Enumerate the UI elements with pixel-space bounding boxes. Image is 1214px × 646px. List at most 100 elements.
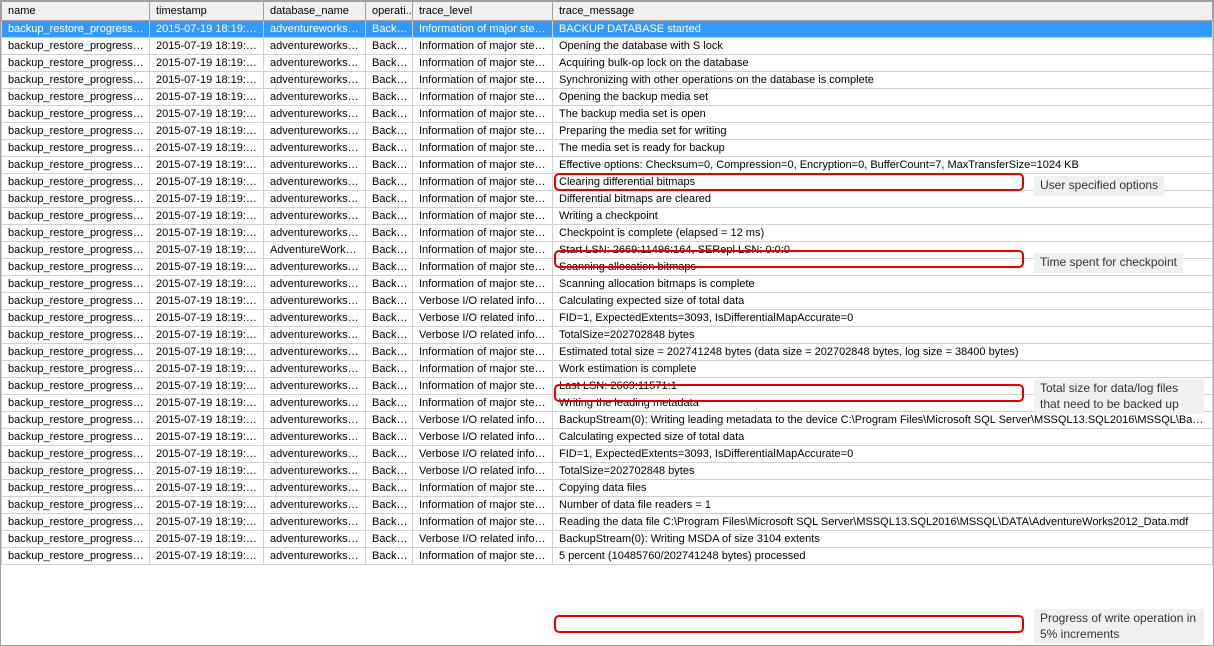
cell-ts[interactable]: 2015-07-19 18:19:56.... [150, 361, 264, 378]
cell-msg[interactable]: 5 percent (10485760/202741248 bytes) pro… [553, 548, 1213, 565]
cell-name[interactable]: backup_restore_progress_trace [2, 463, 150, 480]
cell-level[interactable]: Information of major steps in ... [413, 123, 553, 140]
cell-ts[interactable]: 2015-07-19 18:19:56.... [150, 140, 264, 157]
cell-msg[interactable]: BackupStream(0): Writing MSDA of size 31… [553, 531, 1213, 548]
cell-level[interactable]: Information of major steps in ... [413, 89, 553, 106]
cell-op[interactable]: Backup [366, 106, 413, 123]
cell-level[interactable]: Verbose I/O related informati... [413, 310, 553, 327]
cell-level[interactable]: Information of major steps in ... [413, 378, 553, 395]
cell-name[interactable]: backup_restore_progress_trace [2, 429, 150, 446]
cell-level[interactable]: Information of major steps in ... [413, 174, 553, 191]
cell-op[interactable]: Backup [366, 191, 413, 208]
cell-db[interactable]: adventureworks2012 [264, 72, 366, 89]
cell-name[interactable]: backup_restore_progress_trace [2, 174, 150, 191]
cell-level[interactable]: Information of major steps in ... [413, 276, 553, 293]
cell-name[interactable]: backup_restore_progress_trace [2, 310, 150, 327]
cell-op[interactable]: Backup [366, 72, 413, 89]
cell-level[interactable]: Information of major steps in ... [413, 480, 553, 497]
cell-db[interactable]: adventureworks2012 [264, 327, 366, 344]
table-row[interactable]: backup_restore_progress_trace2015-07-19 … [2, 242, 1213, 259]
cell-op[interactable]: Backup [366, 378, 413, 395]
cell-db[interactable]: adventureworks2012 [264, 157, 366, 174]
cell-level[interactable]: Verbose I/O related informati... [413, 531, 553, 548]
cell-msg[interactable]: Checkpoint is complete (elapsed = 12 ms) [553, 225, 1213, 242]
cell-ts[interactable]: 2015-07-19 18:19:56.... [150, 174, 264, 191]
cell-op[interactable]: Backup [366, 140, 413, 157]
cell-name[interactable]: backup_restore_progress_trace [2, 378, 150, 395]
cell-name[interactable]: backup_restore_progress_trace [2, 242, 150, 259]
cell-msg[interactable]: Estimated total size = 202741248 bytes (… [553, 344, 1213, 361]
cell-level[interactable]: Verbose I/O related informati... [413, 463, 553, 480]
table-row[interactable]: backup_restore_progress_trace2015-07-19 … [2, 293, 1213, 310]
cell-msg[interactable]: Calculating expected size of total data [553, 293, 1213, 310]
cell-msg[interactable]: Acquiring bulk-op lock on the database [553, 55, 1213, 72]
cell-name[interactable]: backup_restore_progress_trace [2, 344, 150, 361]
table-row[interactable]: backup_restore_progress_trace2015-07-19 … [2, 446, 1213, 463]
cell-msg[interactable]: TotalSize=202702848 bytes [553, 327, 1213, 344]
cell-op[interactable]: Backup [366, 344, 413, 361]
cell-ts[interactable]: 2015-07-19 18:19:56.... [150, 157, 264, 174]
cell-msg[interactable]: Effective options: Checksum=0, Compressi… [553, 157, 1213, 174]
cell-name[interactable]: backup_restore_progress_trace [2, 21, 150, 38]
cell-name[interactable]: backup_restore_progress_trace [2, 38, 150, 55]
cell-msg[interactable]: Copying data files [553, 480, 1213, 497]
cell-ts[interactable]: 2015-07-19 18:19:56.... [150, 344, 264, 361]
cell-name[interactable]: backup_restore_progress_trace [2, 327, 150, 344]
cell-level[interactable]: Information of major steps in ... [413, 514, 553, 531]
table-row[interactable]: backup_restore_progress_trace2015-07-19 … [2, 38, 1213, 55]
table-row[interactable]: backup_restore_progress_trace2015-07-19 … [2, 191, 1213, 208]
cell-db[interactable]: adventureworks2012 [264, 446, 366, 463]
cell-msg[interactable]: FID=1, ExpectedExtents=3093, IsDifferent… [553, 446, 1213, 463]
cell-db[interactable]: adventureworks2012 [264, 225, 366, 242]
cell-name[interactable]: backup_restore_progress_trace [2, 106, 150, 123]
table-row[interactable]: backup_restore_progress_trace2015-07-19 … [2, 21, 1213, 38]
cell-ts[interactable]: 2015-07-19 18:19:56.... [150, 310, 264, 327]
table-row[interactable]: backup_restore_progress_trace2015-07-19 … [2, 174, 1213, 191]
table-row[interactable]: backup_restore_progress_trace2015-07-19 … [2, 514, 1213, 531]
table-row[interactable]: backup_restore_progress_trace2015-07-19 … [2, 208, 1213, 225]
cell-msg[interactable]: Preparing the media set for writing [553, 123, 1213, 140]
cell-db[interactable]: adventureworks2012 [264, 140, 366, 157]
cell-name[interactable]: backup_restore_progress_trace [2, 293, 150, 310]
cell-db[interactable]: adventureworks2012 [264, 89, 366, 106]
cell-op[interactable]: Backup [366, 531, 413, 548]
cell-msg[interactable]: TotalSize=202702848 bytes [553, 463, 1213, 480]
cell-ts[interactable]: 2015-07-19 18:19:56.... [150, 242, 264, 259]
cell-op[interactable]: Backup [366, 361, 413, 378]
table-row[interactable]: backup_restore_progress_trace2015-07-19 … [2, 157, 1213, 174]
cell-ts[interactable]: 2015-07-19 18:19:56.... [150, 259, 264, 276]
cell-msg[interactable]: Reading the data file C:\Program Files\M… [553, 514, 1213, 531]
cell-level[interactable]: Information of major steps in ... [413, 548, 553, 565]
cell-msg[interactable]: Opening the backup media set [553, 89, 1213, 106]
cell-ts[interactable]: 2015-07-19 18:19:56.... [150, 463, 264, 480]
cell-level[interactable]: Information of major steps in ... [413, 191, 553, 208]
cell-db[interactable]: AdventureWorks2... [264, 242, 366, 259]
cell-level[interactable]: Information of major steps in ... [413, 361, 553, 378]
cell-ts[interactable]: 2015-07-19 18:19:56.... [150, 89, 264, 106]
cell-name[interactable]: backup_restore_progress_trace [2, 446, 150, 463]
cell-db[interactable]: adventureworks2012 [264, 514, 366, 531]
table-row[interactable]: backup_restore_progress_trace2015-07-19 … [2, 140, 1213, 157]
cell-db[interactable]: adventureworks2012 [264, 480, 366, 497]
cell-level[interactable]: Information of major steps in ... [413, 259, 553, 276]
table-row[interactable]: backup_restore_progress_trace2015-07-19 … [2, 276, 1213, 293]
cell-ts[interactable]: 2015-07-19 18:19:56.... [150, 208, 264, 225]
cell-db[interactable]: adventureworks2012 [264, 106, 366, 123]
cell-db[interactable]: adventureworks2012 [264, 208, 366, 225]
cell-op[interactable]: Backup [366, 327, 413, 344]
cell-name[interactable]: backup_restore_progress_trace [2, 55, 150, 72]
cell-name[interactable]: backup_restore_progress_trace [2, 140, 150, 157]
cell-op[interactable]: Backup [366, 174, 413, 191]
cell-db[interactable]: adventureworks2012 [264, 259, 366, 276]
cell-db[interactable]: adventureworks2012 [264, 463, 366, 480]
cell-ts[interactable]: 2015-07-19 18:19:56.... [150, 514, 264, 531]
cell-level[interactable]: Verbose I/O related informati... [413, 446, 553, 463]
table-row[interactable]: backup_restore_progress_trace2015-07-19 … [2, 344, 1213, 361]
cell-ts[interactable]: 2015-07-19 18:19:56.... [150, 21, 264, 38]
cell-level[interactable]: Information of major steps in ... [413, 395, 553, 412]
cell-name[interactable]: backup_restore_progress_trace [2, 480, 150, 497]
cell-db[interactable]: adventureworks2012 [264, 276, 366, 293]
cell-level[interactable]: Information of major steps in ... [413, 55, 553, 72]
cell-level[interactable]: Information of major steps in ... [413, 38, 553, 55]
cell-msg[interactable]: FID=1, ExpectedExtents=3093, IsDifferent… [553, 310, 1213, 327]
